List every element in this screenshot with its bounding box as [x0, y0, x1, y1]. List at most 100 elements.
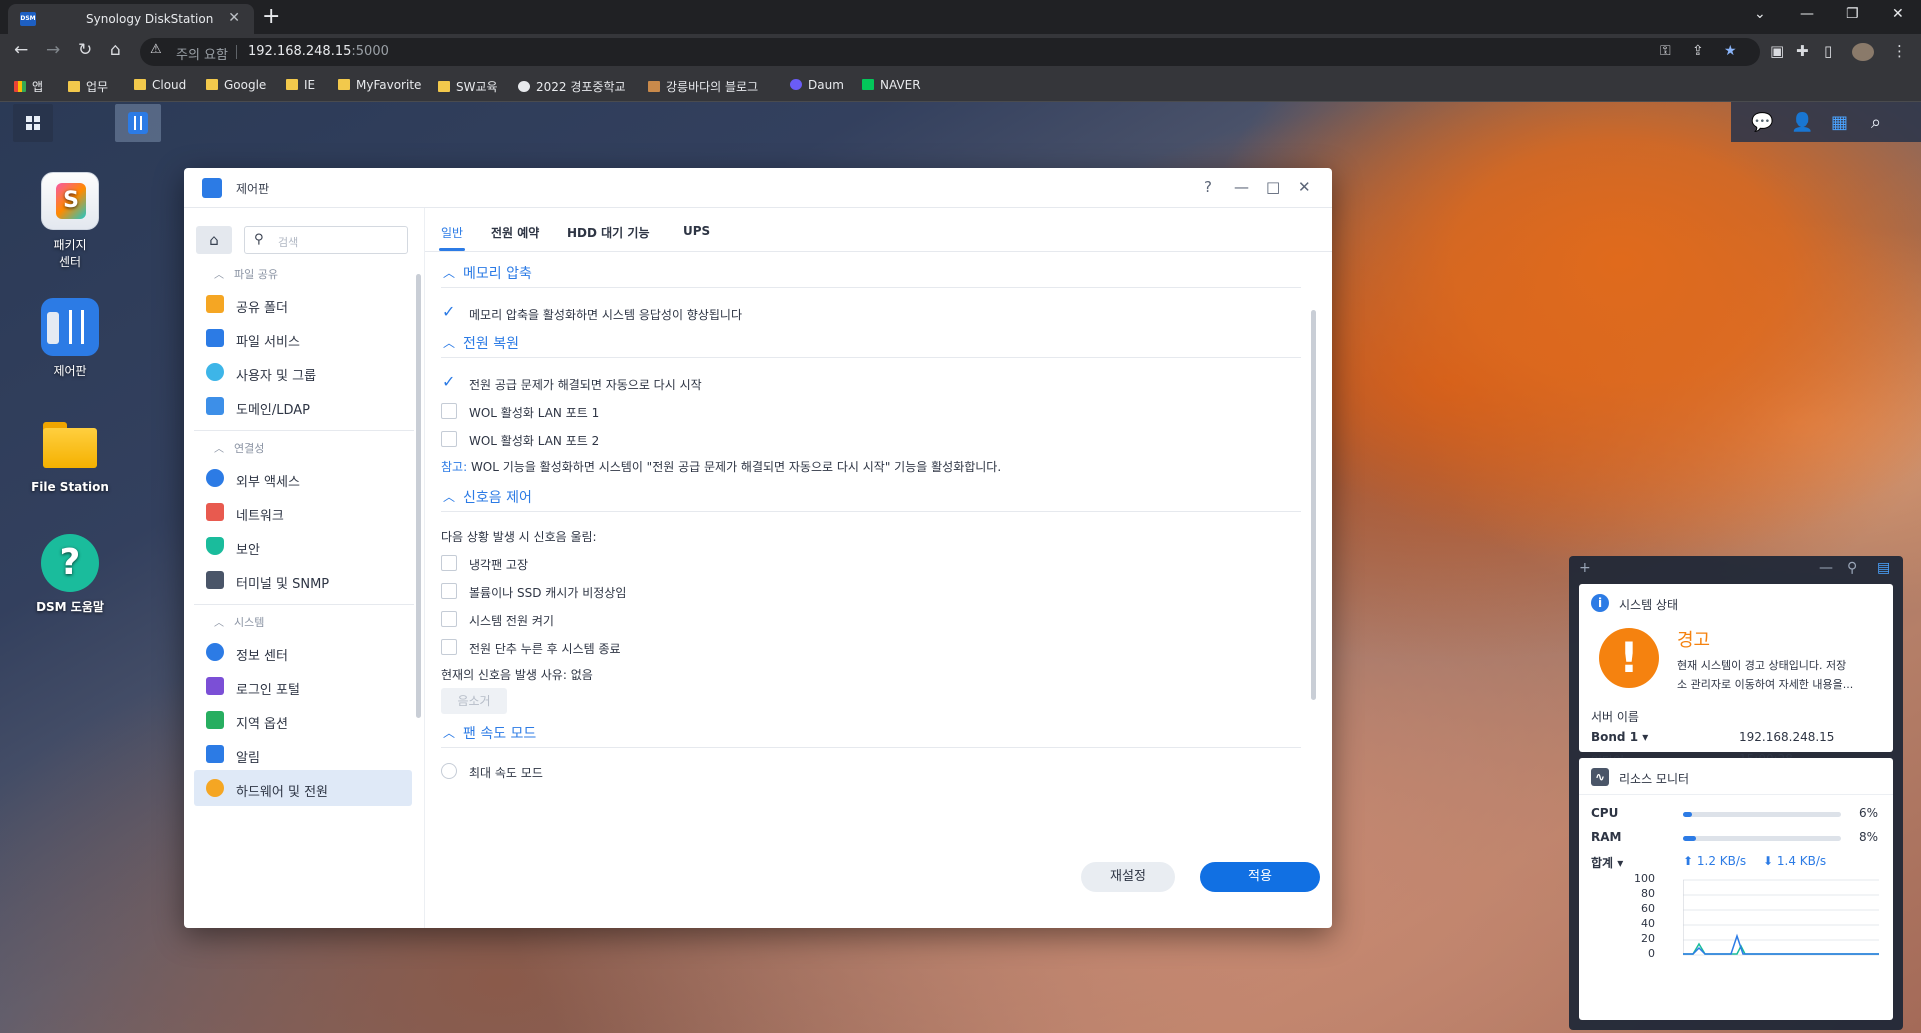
sidebar-item-file-services[interactable]: 파일 서비스 — [194, 320, 412, 356]
sidebar-group-connectivity[interactable]: ︿ 연결성 — [214, 440, 264, 456]
url-port: :5000 — [351, 44, 389, 59]
main-menu-button[interactable] — [13, 104, 53, 142]
sidebar-item-regional-options[interactable]: 지역 옵션 — [194, 702, 412, 738]
checkbox[interactable] — [441, 611, 457, 627]
checkbox[interactable] — [441, 431, 457, 447]
address-bar[interactable]: ⚠ 주의 요함 192.168.248.15:5000 ⚿ ⇪ ★ — [140, 38, 1760, 66]
sidebar-item-network[interactable]: 네트워크 — [194, 494, 412, 530]
desktop-icon-package-center[interactable]: S 패키지 센터 — [20, 172, 120, 270]
status-description[interactable]: 현재 시스템이 경고 상태입니다. 저장 소 관리자로 이동하여 자세한 내용을.… — [1677, 656, 1883, 694]
desktop-icon-file-station[interactable]: File Station — [20, 416, 120, 494]
desktop-icon-control-panel[interactable]: 제어판 — [20, 298, 120, 379]
bookmark-link[interactable]: Daum — [790, 78, 844, 92]
key-icon[interactable]: ⚿ — [1660, 43, 1671, 59]
close-tab-icon[interactable]: ✕ — [228, 10, 240, 26]
sidebar-item-external-access[interactable]: 외부 액세스 — [194, 460, 412, 496]
tab-ups[interactable]: UPS — [683, 224, 710, 238]
apply-button[interactable]: 적용 — [1200, 862, 1320, 892]
home-icon[interactable]: ⌂ — [110, 40, 121, 60]
widgets-icon[interactable]: ▦ — [1831, 112, 1848, 133]
sidebar-group-file-sharing[interactable]: ︿ 파일 공유 — [214, 266, 278, 282]
close-window-icon[interactable]: ✕ — [1892, 6, 1904, 22]
desktop-icon-dsm-help[interactable]: ? DSM 도움말 — [20, 534, 120, 615]
checkbox[interactable] — [441, 372, 457, 391]
minimize-button[interactable]: — — [1234, 178, 1249, 196]
chat-icon[interactable]: 💬 — [1751, 112, 1773, 133]
bookmark-link[interactable]: 강릉바다의 블로그 — [648, 78, 758, 95]
browser-tab[interactable]: DSM Synology DiskStation ✕ — [8, 4, 254, 34]
sidebar-group-system[interactable]: ︿ 시스템 — [214, 614, 264, 630]
bookmark-link[interactable]: 2022 경포중학교 — [518, 78, 626, 95]
folder-icon — [338, 79, 350, 90]
close-button[interactable]: ✕ — [1298, 178, 1311, 196]
url-text[interactable]: 192.168.248.15:5000 — [248, 44, 389, 59]
checkbox[interactable] — [441, 403, 457, 419]
maximize-button[interactable]: □ — [1266, 178, 1280, 196]
sidebar-scrollbar[interactable] — [416, 274, 421, 718]
search-input[interactable]: ⚲ 검색 — [244, 226, 408, 254]
share-icon[interactable]: ⇪ — [1692, 43, 1704, 59]
puzzle-icon[interactable]: ✚ — [1796, 42, 1809, 60]
sidebar-item-domain-ldap[interactable]: 도메인/LDAP — [194, 388, 412, 424]
bookmark-folder[interactable]: 업무 — [68, 78, 108, 95]
minimize-widget-icon[interactable]: — — [1819, 560, 1833, 576]
y-tick: 20 — [1641, 932, 1655, 945]
content-scrollbar[interactable] — [1311, 310, 1316, 700]
bond-dropdown[interactable]: Bond 1 ▾ — [1591, 730, 1648, 744]
help-button[interactable]: ? — [1204, 178, 1212, 196]
tab-hdd-hibernation[interactable]: HDD 대기 기능 — [567, 224, 649, 241]
bookmark-folder[interactable]: IE — [286, 78, 315, 92]
checkbox[interactable] — [441, 639, 457, 655]
tab-search-icon[interactable]: ⌄ — [1754, 6, 1766, 22]
back-icon[interactable]: ← — [14, 40, 28, 60]
bookmark-folder[interactable]: Google — [206, 78, 266, 92]
checkbox[interactable] — [441, 583, 457, 599]
group-label: 시스템 — [234, 616, 265, 629]
sidebar-item-security[interactable]: 보안 — [194, 528, 412, 564]
tab-general[interactable]: 일반 — [441, 224, 463, 241]
sidebar-item-shared-folder[interactable]: 공유 폴더 — [194, 286, 412, 322]
sidebar-item-info-center[interactable]: 정보 센터 — [194, 634, 412, 670]
bookmark-link[interactable]: NAVER — [862, 78, 921, 92]
radio[interactable] — [441, 763, 457, 779]
user-icon[interactable]: 👤 — [1791, 112, 1813, 133]
sidebar-item-terminal-snmp[interactable]: 터미널 및 SNMP — [194, 562, 412, 598]
widget-settings-icon[interactable]: ▤ — [1877, 560, 1890, 576]
bookmark-apps[interactable]: 앱 — [14, 78, 43, 95]
new-tab-button[interactable]: + — [262, 4, 280, 30]
tab-power-schedule[interactable]: 전원 예약 — [491, 224, 539, 241]
section-memory-compression[interactable]: ︿ 메모리 압축 — [441, 262, 1301, 288]
bookmark-folder[interactable]: MyFavorite — [338, 78, 421, 92]
bookmark-folder[interactable]: Cloud — [134, 78, 186, 92]
menu-kebab-icon[interactable]: ⋮ — [1892, 42, 1907, 60]
pin-icon[interactable]: ⚲ — [1847, 560, 1857, 576]
mute-button[interactable]: 음소거 — [441, 688, 507, 714]
section-power-recovery[interactable]: ︿ 전원 복원 — [441, 332, 1301, 358]
sidepanel-icon[interactable]: ▯ — [1824, 42, 1832, 60]
bookmark-star-icon[interactable]: ★ — [1724, 43, 1737, 59]
section-beep-control[interactable]: ︿ 신호음 제어 — [441, 486, 1301, 512]
restore-window-icon[interactable]: ❐ — [1846, 6, 1859, 22]
widget-divider — [1579, 794, 1893, 795]
sidebar-item-hardware-power[interactable]: 하드웨어 및 전원 — [194, 770, 412, 806]
profile-avatar[interactable] — [1852, 43, 1874, 61]
checkbox[interactable] — [441, 302, 457, 321]
taskbar-control-panel-button[interactable] — [115, 104, 161, 142]
search-icon[interactable]: ⌕ — [1871, 112, 1881, 133]
add-widget-icon[interactable]: + — [1579, 560, 1591, 576]
reset-button[interactable]: 재설정 — [1081, 862, 1175, 892]
extension-icon[interactable]: ▣ — [1770, 42, 1784, 60]
minimize-window-icon[interactable]: — — [1800, 6, 1814, 22]
total-dropdown[interactable]: 합계 ▾ — [1591, 854, 1623, 871]
sidebar-item-users-groups[interactable]: 사용자 및 그룹 — [194, 354, 412, 390]
checkbox[interactable] — [441, 555, 457, 571]
section-fan-speed[interactable]: ︿ 팬 속도 모드 — [441, 722, 1301, 748]
option-label: WOL 활성화 LAN 포트 1 — [469, 406, 600, 420]
home-button[interactable]: ⌂ — [196, 226, 232, 254]
bookmark-folder[interactable]: SW교육 — [438, 78, 498, 95]
forward-icon[interactable]: → — [46, 40, 60, 60]
reload-icon[interactable]: ↻ — [78, 40, 92, 60]
warning-triangle-icon[interactable]: ⚠ — [150, 42, 162, 57]
sidebar-item-notification[interactable]: 알림 — [194, 736, 412, 772]
sidebar-item-login-portal[interactable]: 로그인 포털 — [194, 668, 412, 704]
